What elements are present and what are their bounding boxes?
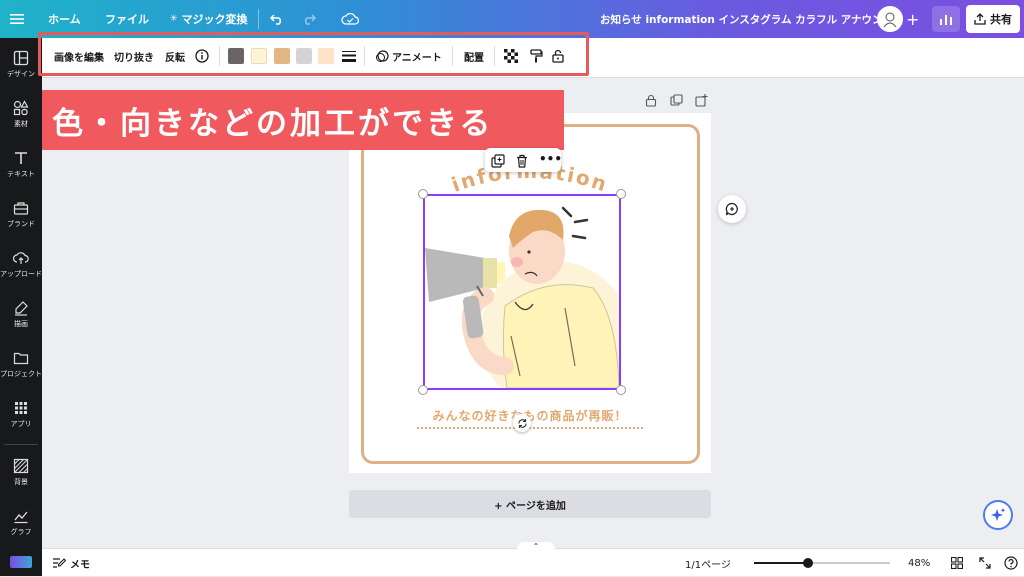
tutorial-banner: 色・向きなどの加工ができる: [42, 90, 564, 150]
sidebar-label: テキスト: [7, 170, 35, 178]
shapes-icon: [13, 100, 29, 116]
notes-button[interactable]: メモ: [52, 549, 90, 577]
page-count[interactable]: 1/1ページ: [685, 549, 731, 577]
resize-handle[interactable]: [418, 385, 428, 395]
hamburger-icon[interactable]: [10, 0, 24, 38]
draw-icon: [15, 301, 28, 316]
bottom-bar: メモ ⌃ 1/1ページ 48%: [42, 542, 1024, 577]
notes-label: メモ: [70, 559, 90, 571]
zoom-slider-fill: [754, 562, 808, 564]
resize-handle[interactable]: [616, 385, 626, 395]
background-icon: [13, 458, 29, 474]
banner-text: 色・向きなどの加工ができる: [52, 105, 494, 142]
grid-view-icon[interactable]: [951, 549, 963, 577]
text-icon: [15, 152, 27, 164]
magic-switch-label: マジック変換: [181, 13, 248, 26]
insights-icon[interactable]: [932, 6, 960, 32]
document-title[interactable]: お知らせ information インスタグラム カラフル アナウンス: [600, 0, 893, 38]
duplicate-page-icon[interactable]: [670, 92, 683, 111]
resize-handle[interactable]: [616, 189, 626, 199]
avatar[interactable]: [877, 0, 903, 38]
sidebar-label: アプリ: [10, 420, 32, 428]
add-comment-icon[interactable]: [718, 195, 746, 223]
share-button[interactable]: 共有: [966, 5, 1020, 33]
sidebar-item-draw[interactable]: 描画: [0, 300, 42, 350]
resize-handle[interactable]: [418, 189, 428, 199]
chart-icon: [14, 511, 28, 524]
sidebar-item-elements[interactable]: 素材: [0, 100, 42, 150]
trash-icon[interactable]: [515, 153, 529, 172]
lock-page-icon[interactable]: [645, 92, 657, 111]
fullscreen-icon[interactable]: [979, 549, 991, 577]
sidebar-item-upload[interactable]: アップロード: [0, 250, 42, 300]
sidebar-item-background[interactable]: 背景: [0, 458, 42, 508]
more-apps-thumbnail[interactable]: [10, 556, 32, 568]
brand-icon: [13, 202, 29, 215]
selection-box: [423, 194, 621, 390]
sidebar-label: 描画: [14, 320, 28, 328]
sidebar-item-apps[interactable]: アプリ: [0, 400, 42, 450]
sidebar-label: アップロード: [0, 270, 42, 278]
zoom-level[interactable]: 48%: [908, 549, 930, 577]
share-icon: [974, 13, 986, 25]
sidebar-item-brand[interactable]: ブランド: [0, 200, 42, 250]
more-options-icon[interactable]: •••: [539, 152, 562, 166]
sidebar-item-chart[interactable]: グラフ: [0, 508, 42, 558]
layout-icon: [13, 50, 29, 66]
sidebar-label: グラフ: [10, 528, 32, 536]
sidebar-item-projects[interactable]: プロジェクト: [0, 350, 42, 400]
toolbar-highlight: [38, 32, 589, 76]
left-sidebar: デザイン 素材 テキスト ブランド アップロード 描画 プロジェクト アプリ 背…: [0, 38, 42, 576]
zoom-slider-thumb[interactable]: [803, 558, 813, 568]
add-collaborator-icon[interactable]: +: [906, 0, 919, 38]
sidebar-item-design[interactable]: デザイン: [0, 50, 42, 100]
sidebar-label: 素材: [14, 120, 28, 128]
folder-icon: [13, 352, 29, 365]
sidebar-item-text[interactable]: テキスト: [0, 150, 42, 200]
divider: [258, 9, 259, 29]
sidebar-label: デザイン: [7, 70, 35, 78]
sidebar-label: 背景: [14, 478, 28, 486]
add-page-icon[interactable]: [695, 92, 708, 111]
share-label: 共有: [990, 13, 1012, 26]
rotate-icon[interactable]: [513, 414, 531, 432]
duplicate-icon[interactable]: [491, 153, 505, 172]
zoom-slider[interactable]: [754, 558, 890, 568]
magic-assistant-icon[interactable]: [983, 500, 1013, 530]
notes-icon: [53, 558, 66, 568]
sidebar-label: ブランド: [7, 220, 35, 228]
add-page-button[interactable]: + ページを追加: [349, 490, 711, 518]
element-floating-toolbar: •••: [485, 148, 562, 172]
sidebar-divider: [4, 444, 38, 445]
sparkle-icon: ✳: [170, 14, 178, 24]
help-icon[interactable]: [1004, 549, 1018, 577]
expand-panel-icon[interactable]: ⌃: [517, 542, 555, 556]
sidebar-label: プロジェクト: [0, 370, 42, 378]
upload-icon: [13, 252, 29, 264]
apps-icon: [15, 402, 27, 414]
